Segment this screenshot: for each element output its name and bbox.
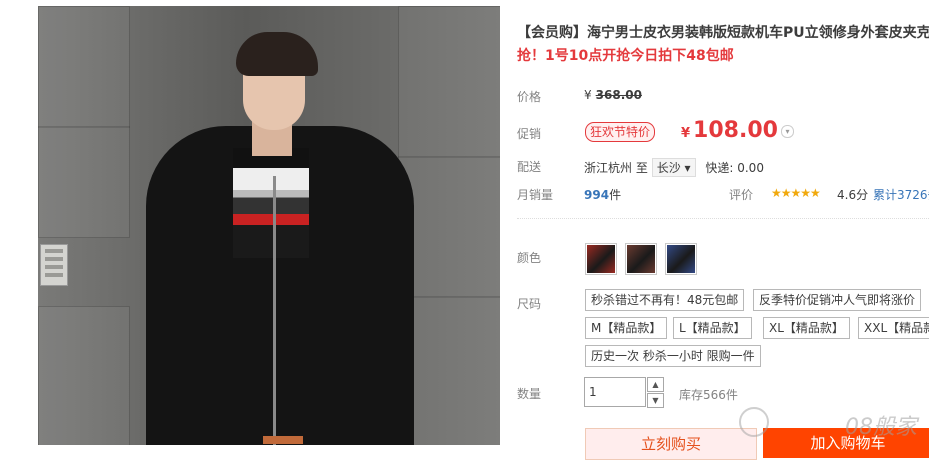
size-option-2[interactable]: 反季特价促销冲人气即将涨价	[753, 289, 922, 311]
original-price-value: 368.00	[595, 88, 642, 102]
quantity-label: 数量	[517, 387, 542, 401]
size-option-5[interactable]: XL【精品款】	[763, 317, 850, 339]
promo-text: 抢！1号10点开抢今日拍下48包邮	[517, 48, 734, 64]
size-option-3[interactable]: M【精品款】	[585, 317, 668, 339]
shipping-fee: 快递: 0.00	[705, 161, 764, 175]
chevron-down-icon[interactable]: ▾	[781, 125, 794, 138]
sales-unit: 件	[609, 188, 622, 202]
rating-label: 评价	[729, 188, 754, 202]
model-hair	[236, 32, 318, 76]
color-swatch-2[interactable]	[625, 243, 657, 275]
price-label: 价格	[517, 90, 542, 104]
color-swatch-1[interactable]	[585, 243, 617, 275]
current-price-value: 108.00	[693, 118, 778, 143]
size-label: 尺码	[517, 297, 542, 311]
destination-select[interactable]: 长沙 ▾	[651, 158, 696, 177]
original-price: ¥368.00	[584, 88, 642, 102]
quantity-input[interactable]: 1	[584, 377, 646, 407]
product-title: 【会员购】海宁男士皮衣男装韩版短款机车PU立领修身外套皮夹克	[517, 25, 929, 41]
wall-panel	[40, 244, 68, 286]
rating-score: 4.6分	[837, 188, 869, 202]
size-option-7[interactable]: 历史一次 秒杀一小时 限购一件	[585, 345, 761, 367]
chevron-down-icon[interactable]: ▼	[647, 393, 664, 408]
chevron-up-icon[interactable]: ▲	[647, 377, 664, 392]
size-option-4[interactable]: L【精品款】	[673, 317, 752, 339]
shipping-to-word: 至	[635, 161, 648, 175]
destination-value: 长沙	[656, 161, 681, 175]
current-price: ¥108.00	[681, 118, 778, 143]
promo-tag: 狂欢节特价	[585, 122, 656, 142]
currency-symbol: ¥	[584, 88, 592, 102]
monthly-sales: 994件	[584, 186, 621, 203]
shipping-label: 配送	[517, 160, 542, 174]
stock-info: 库存566件	[679, 388, 738, 402]
color-swatch-3[interactable]	[665, 243, 697, 275]
shipping-info: 浙江杭州 至 长沙 ▾ 快递: 0.00	[584, 158, 764, 177]
review-count-link[interactable]: 累计3726条	[873, 186, 929, 203]
monthly-sales-label: 月销量	[517, 188, 554, 202]
watermark: 08般家	[845, 415, 917, 440]
product-main-image[interactable]	[38, 6, 500, 445]
size-option-1[interactable]: 秒杀错过不再有！48元包邮	[585, 289, 745, 311]
rating-stars: ★★★★★	[771, 186, 821, 200]
size-option-6[interactable]: XXL【精品款】	[858, 317, 929, 339]
shipping-from: 浙江杭州	[584, 161, 633, 175]
currency-symbol: ¥	[681, 126, 691, 141]
divider	[517, 218, 929, 219]
model-shirt	[233, 148, 309, 258]
product-info: 【会员购】海宁男士皮衣男装韩版短款机车PU立领修身外套皮夹克 抢！1号10点开抢…	[517, 0, 929, 460]
promo-label: 促销	[517, 127, 542, 141]
sales-count: 994	[584, 188, 610, 202]
buy-now-button[interactable]: 立刻购买	[585, 428, 757, 460]
watermark-house-icon	[739, 407, 769, 437]
color-label: 颜色	[517, 251, 542, 265]
